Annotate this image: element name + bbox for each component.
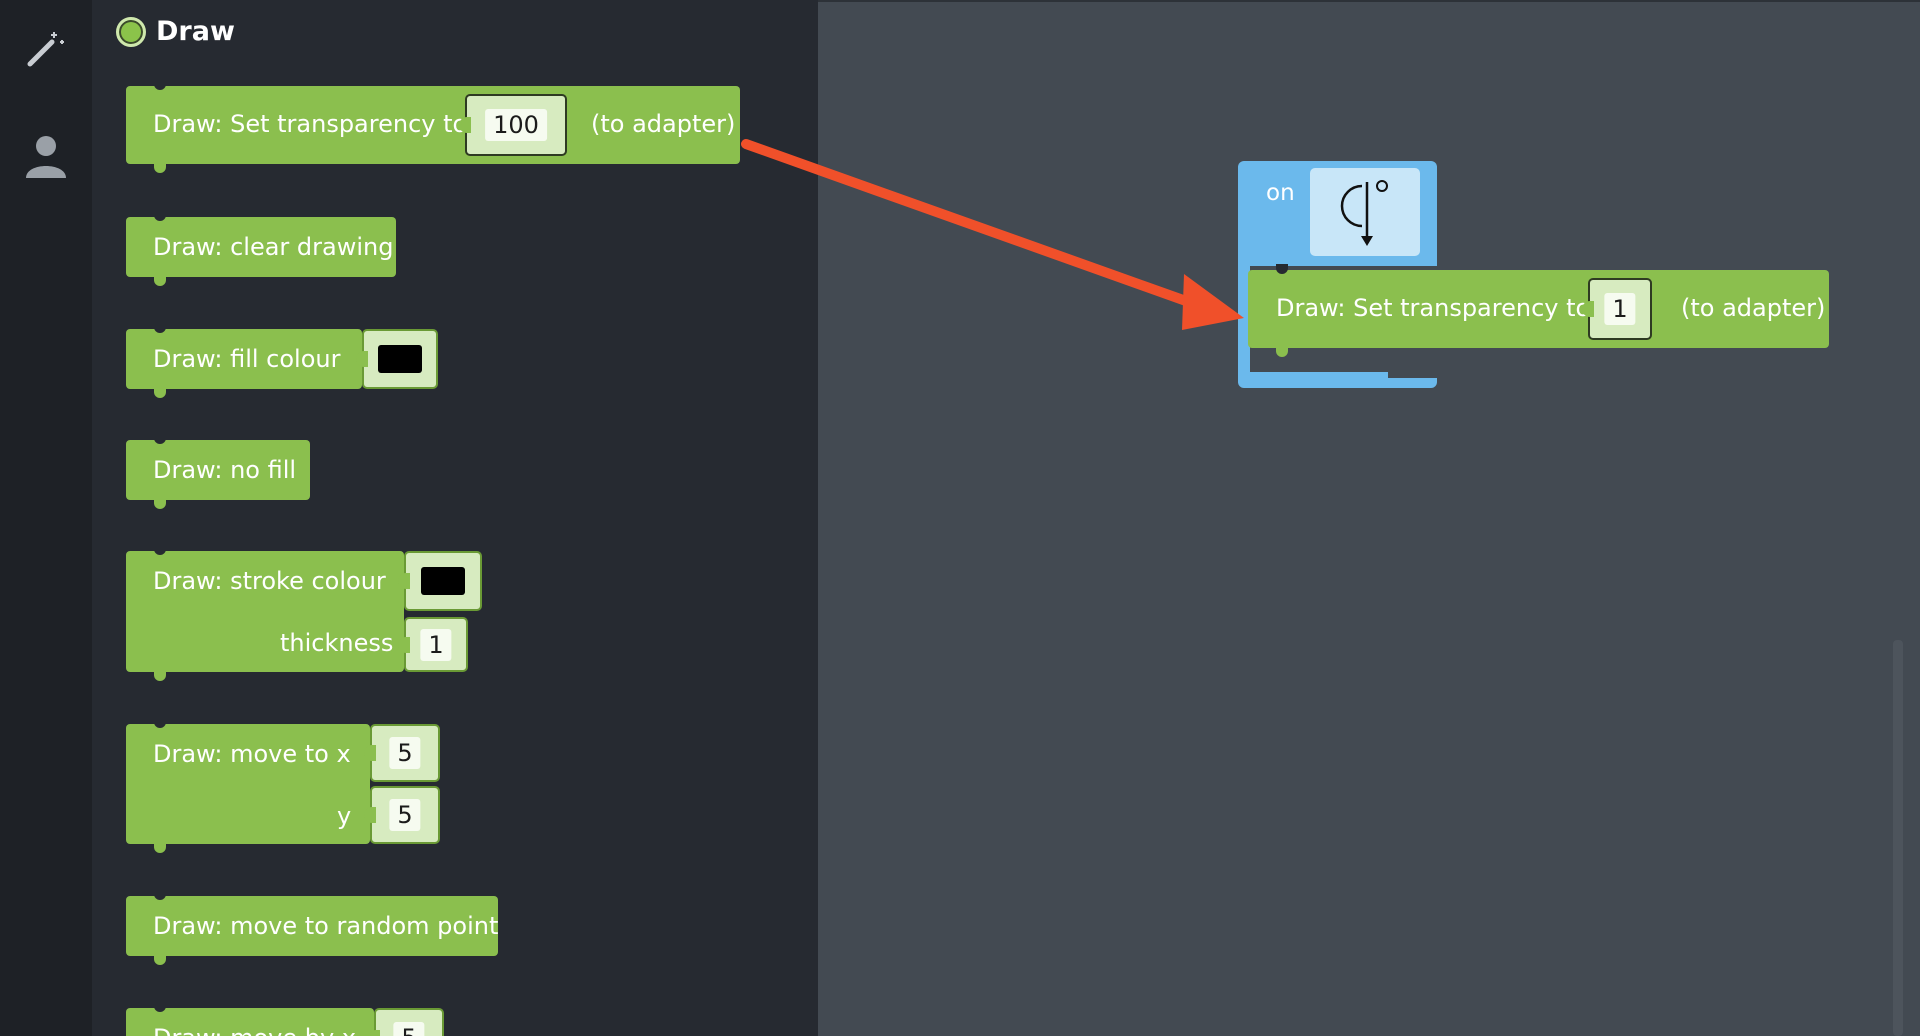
category-color-dot <box>116 16 146 47</box>
y-label: y <box>337 802 352 830</box>
user-icon[interactable] <box>22 132 70 180</box>
input-notch <box>364 745 376 761</box>
input-value: 5 <box>393 1022 425 1036</box>
input-notch <box>1582 301 1594 317</box>
input-value: 5 <box>389 799 421 831</box>
input-value: 100 <box>485 109 547 141</box>
input-value: 5 <box>389 737 421 769</box>
y-input[interactable]: 5 <box>364 786 440 844</box>
block-set-transparency-placed[interactable]: Draw: Set transparency to 1 (to adapter) <box>1248 264 1829 357</box>
block-set-transparency[interactable]: Draw: Set transparency to 100 (to adapte… <box>126 80 740 173</box>
block-label: Draw: Set transparency to <box>1276 294 1591 322</box>
event-label: on <box>1266 180 1295 206</box>
block-fill-colour[interactable]: Draw: fill colour <box>126 323 438 398</box>
colour-swatch <box>421 567 465 595</box>
thickness-label: thickness <box>280 629 394 657</box>
workspace-canvas[interactable] <box>818 0 1920 1036</box>
side-rail <box>0 0 92 1036</box>
transparency-value-input[interactable]: 100 <box>459 94 567 156</box>
event-block-foot <box>1238 372 1388 388</box>
category-title: Draw <box>156 16 235 47</box>
stroke-colour-picker[interactable] <box>398 551 482 611</box>
block-label: Draw: move to x <box>153 740 351 768</box>
input-notch <box>398 636 410 653</box>
input-value: 1 <box>420 628 452 661</box>
input-notch <box>398 573 410 589</box>
x-input[interactable]: 5 <box>364 724 440 782</box>
block-clear-drawing[interactable]: Draw: clear drawing <box>126 211 396 286</box>
block-label: Draw: no fill <box>153 456 297 484</box>
block-move-by[interactable]: Draw: move by x 5 <box>126 1002 444 1036</box>
block-label: Draw: Set transparency to <box>153 110 468 138</box>
input-notch <box>364 807 376 823</box>
block-suffix: (to adapter) <box>591 110 736 138</box>
gesture-selector[interactable] <box>1310 168 1420 256</box>
magic-wand-icon[interactable] <box>22 24 70 72</box>
tilt-gesture-icon <box>1340 180 1388 246</box>
input-value: 1 <box>1604 293 1636 325</box>
block-label: Draw: stroke colour <box>153 567 386 595</box>
workspace-scrollbar[interactable] <box>1893 640 1903 1036</box>
block-label: Draw: move to random point <box>153 912 499 940</box>
input-notch <box>356 351 368 367</box>
block-label: Draw: clear drawing <box>153 233 394 261</box>
input-notch <box>368 1030 380 1036</box>
block-suffix: (to adapter) <box>1681 294 1826 322</box>
block-move-to[interactable]: Draw: move to x 5 y 5 <box>126 718 440 853</box>
block-no-fill[interactable]: Draw: no fill <box>126 434 310 509</box>
category-header[interactable]: Draw <box>116 16 235 47</box>
transparency-value-input[interactable]: 1 <box>1582 278 1652 340</box>
thickness-input[interactable]: 1 <box>398 617 468 672</box>
input-notch <box>459 117 471 133</box>
block-move-to-random-point[interactable]: Draw: move to random point <box>126 890 499 965</box>
block-label: Draw: move by x <box>153 1024 356 1036</box>
block-label: Draw: fill colour <box>153 345 341 373</box>
block-stroke-colour[interactable]: Draw: stroke colour thickness 1 <box>126 545 482 681</box>
fill-colour-picker[interactable] <box>356 329 438 389</box>
colour-swatch <box>378 345 422 373</box>
move-by-x-input[interactable]: 5 <box>368 1008 444 1036</box>
